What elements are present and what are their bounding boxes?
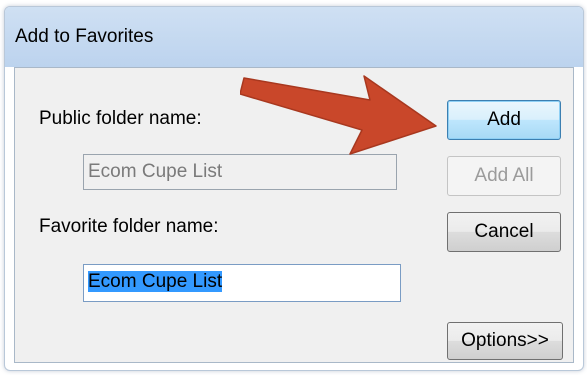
- arrow-right-icon: [240, 75, 437, 155]
- add-all-button: Add All: [447, 156, 561, 196]
- favorite-folder-value: Ecom Cupe List: [88, 271, 223, 292]
- public-folder-label: Public folder name:: [39, 108, 202, 129]
- options-button[interactable]: Options>>: [447, 322, 563, 360]
- add-to-favorites-dialog: Add to Favorites Public folder name: Eco…: [4, 6, 584, 371]
- title-bar: Add to Favorites: [5, 7, 583, 67]
- window-title: Add to Favorites: [15, 26, 154, 47]
- favorite-folder-label: Favorite folder name:: [39, 216, 219, 237]
- cancel-button[interactable]: Cancel: [447, 212, 561, 252]
- favorite-folder-input[interactable]: Ecom Cupe List: [83, 264, 401, 302]
- add-button[interactable]: Add: [447, 100, 561, 140]
- annotation-arrow: [240, 75, 437, 155]
- public-folder-value: Ecom Cupe List: [88, 161, 223, 182]
